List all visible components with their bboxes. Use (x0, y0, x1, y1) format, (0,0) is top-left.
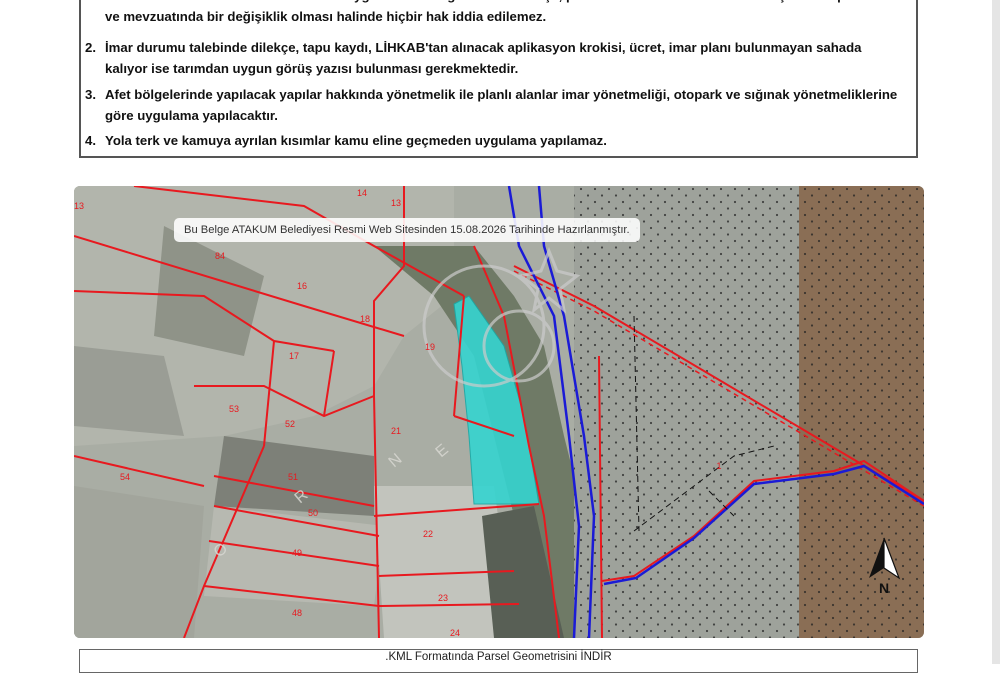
north-label: N (879, 580, 889, 596)
parcel-number: 1 (716, 461, 721, 471)
parcel-map[interactable]: 13 14 13 84 16 17 18 19 53 52 21 54 51 5… (74, 186, 924, 638)
plan-notes-box: 1. Yürürlükteki İmar Planı ve mevzuatına… (79, 0, 918, 158)
parcel-number: 22 (423, 529, 433, 539)
parcel-number: 54 (120, 472, 130, 482)
page-edge (992, 0, 1000, 664)
watermark-notice: Bu Belge ATAKUM Belediyesi Resmi Web Sit… (174, 218, 640, 242)
parcel-number: 84 (215, 251, 225, 261)
note-number: 2. (85, 40, 96, 55)
parcel-number: 53 (229, 404, 239, 414)
parcel-number: 13 (391, 198, 401, 208)
note-number: 3. (85, 87, 96, 102)
parcel-number: 17 (289, 351, 299, 361)
note-text: İmar durumu talebinde dilekçe, tapu kayd… (105, 40, 862, 76)
parcel-number: 18 (360, 314, 370, 324)
parcel-number: 19 (425, 342, 435, 352)
parcel-number: 49 (292, 548, 302, 558)
parcel-number: 52 (285, 419, 295, 429)
parcel-number: 16 (297, 281, 307, 291)
note-text: Yürürlükteki İmar Planı ve mevzuatına uy… (105, 0, 891, 24)
parcel-number: 48 (292, 608, 302, 618)
forest-dot-pattern (574, 186, 924, 638)
satellite-map-canvas: 13 14 13 84 16 17 18 19 53 52 21 54 51 5… (74, 186, 924, 638)
kml-download-box: .KML Formatında Parsel Geometrisini İNDİ… (79, 649, 918, 673)
parcel-number: 14 (357, 188, 367, 198)
parcel-number: 24 (450, 628, 460, 638)
parcel-number: 23 (438, 593, 448, 603)
note-number: 4. (85, 133, 96, 148)
note-text: Afet bölgelerinde yapılacak yapılar hakk… (105, 87, 898, 123)
parcel-number: 13 (74, 201, 84, 211)
kml-download-link[interactable]: .KML Formatında Parsel Geometrisini İNDİ… (80, 650, 917, 664)
note-number: 1. (85, 0, 103, 7)
note-text: Yola terk ve kamuya ayrılan kısımlar kam… (105, 133, 607, 148)
parcel-number: 51 (288, 472, 298, 482)
parcel-number: 21 (391, 426, 401, 436)
parcel-number: 50 (308, 508, 318, 518)
field-area (74, 486, 204, 638)
